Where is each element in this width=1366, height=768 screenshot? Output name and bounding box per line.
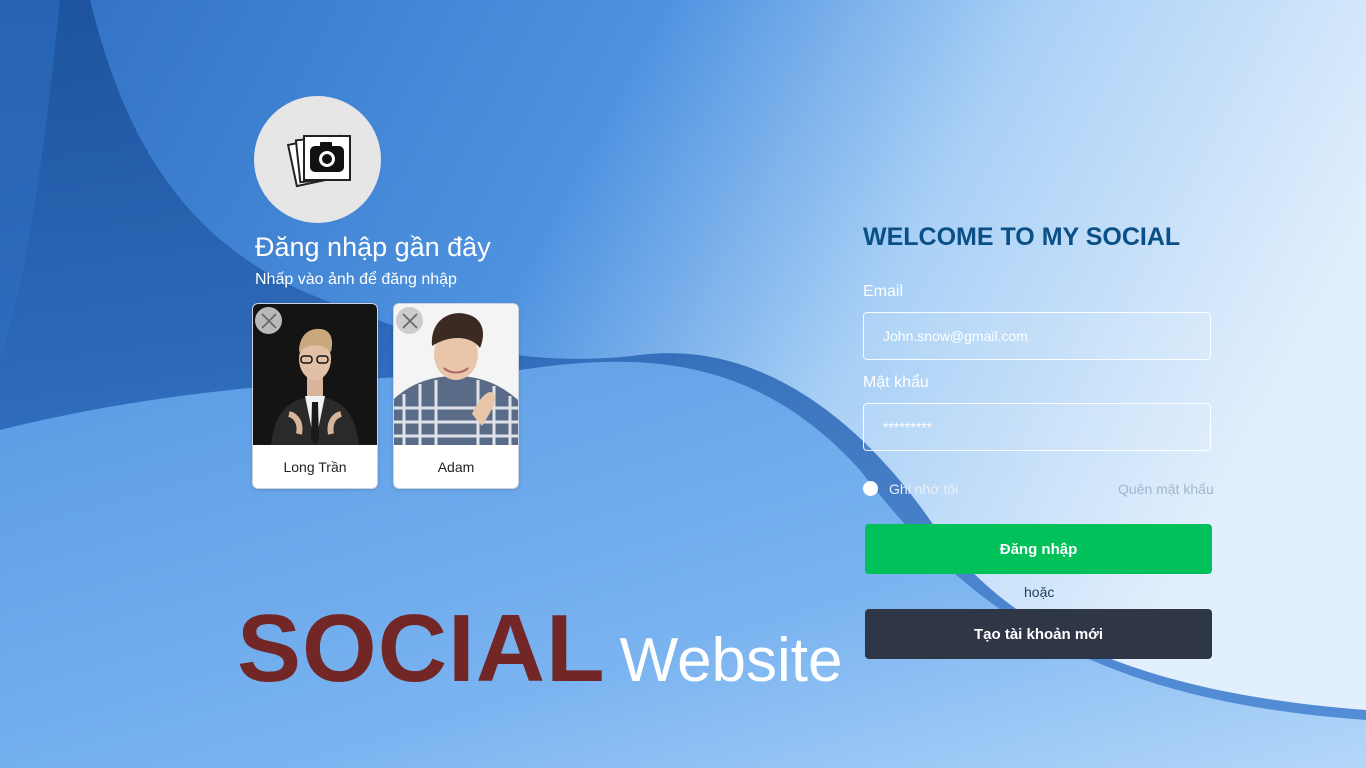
create-account-button[interactable]: Tạo tài khoản mới: [865, 609, 1212, 659]
password-field[interactable]: [863, 403, 1211, 451]
login-button[interactable]: Đăng nhập: [865, 524, 1212, 574]
account-name: Long Trần: [283, 458, 347, 475]
close-icon: [401, 312, 418, 329]
brand-title: SOCIAL Website: [237, 594, 843, 704]
email-label: Email: [863, 283, 904, 300]
recent-account-card[interactable]: Long Trần: [252, 303, 378, 489]
brand-secondary: Website: [619, 626, 843, 695]
email-field[interactable]: [863, 312, 1211, 360]
account-name: Adam: [437, 458, 475, 475]
remember-me-label[interactable]: Ghi nhớ tôi: [889, 481, 958, 497]
recent-login-title: Đăng nhập gần đây: [255, 232, 491, 262]
remember-me-radio[interactable]: [863, 481, 878, 496]
recent-login-subtitle: Nhấp vào ảnh để đăng nhập: [255, 271, 457, 288]
camera-logo-icon: [286, 134, 351, 188]
remove-account-button[interactable]: [396, 307, 423, 334]
password-label: Mật khẩu: [863, 374, 929, 391]
remove-account-button[interactable]: [255, 307, 282, 334]
site-logo: [254, 96, 381, 223]
or-separator: hoặc: [1024, 584, 1055, 600]
forgot-password-link[interactable]: Quên mật khẩu: [1118, 481, 1214, 497]
recent-account-card[interactable]: Adam: [393, 303, 519, 489]
close-icon: [260, 312, 277, 329]
brand-primary: SOCIAL: [237, 595, 606, 702]
welcome-heading: WELCOME TO MY SOCIAL: [863, 223, 1181, 251]
